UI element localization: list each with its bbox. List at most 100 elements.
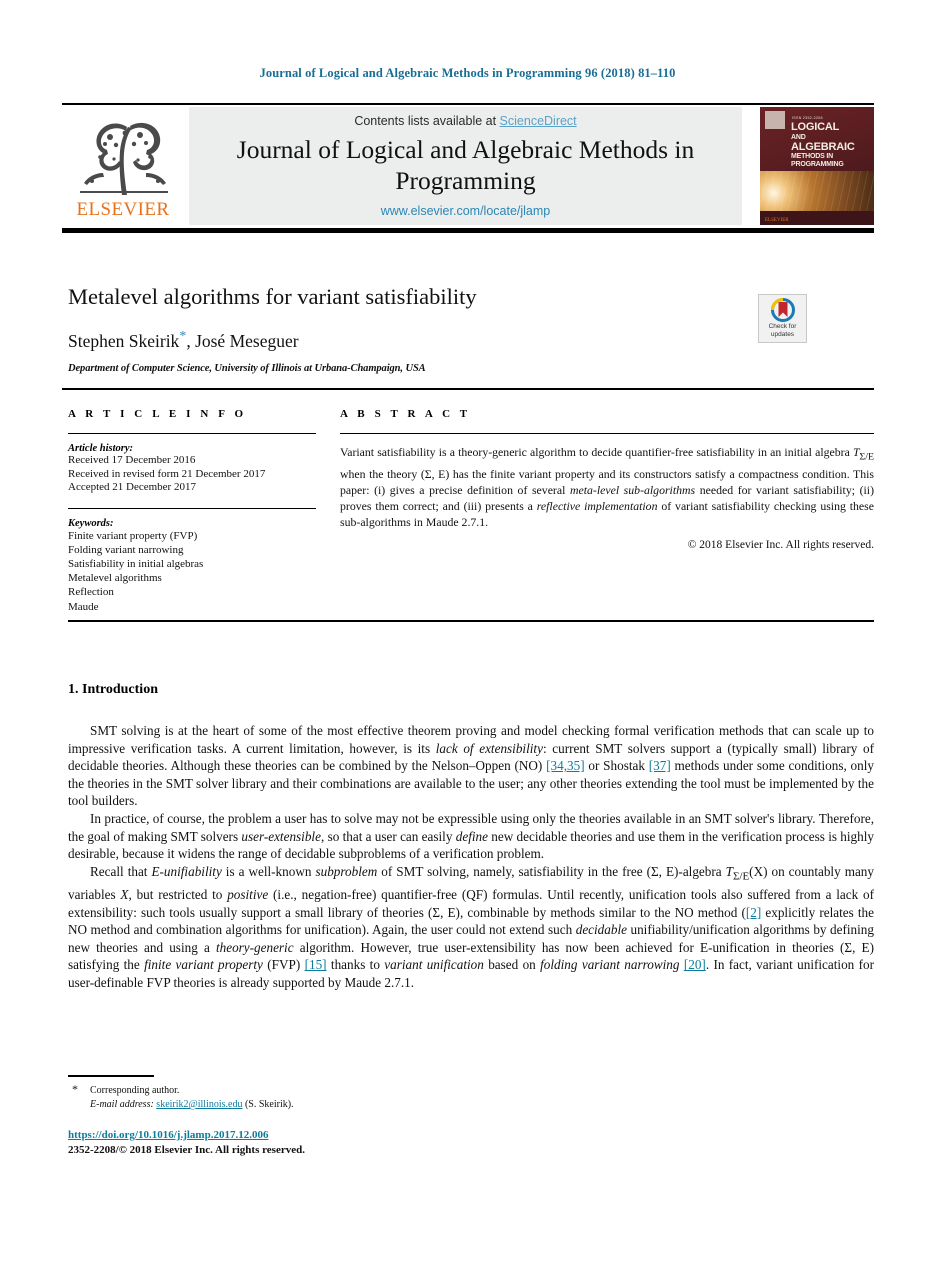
running-head: Journal of Logical and Algebraic Methods… (259, 66, 676, 80)
p3-math-T: T (725, 863, 733, 879)
document-footer: https://doi.org/10.1016/j.jlamp.2017.12.… (68, 1128, 568, 1157)
body-content: 1. Introduction SMT solving is at the he… (68, 682, 874, 992)
email-owner: (S. Skeirik). (244, 1099, 294, 1110)
elsevier-wordmark: ELSEVIER (76, 199, 170, 220)
p3-italic-9: folding variant narrowing (540, 957, 680, 973)
abstract-part-1: Variant satisfiability is a theory-gener… (340, 445, 853, 459)
info-bottom-rule (68, 620, 874, 622)
paragraph-2: In practice, of course, the problem a us… (68, 810, 874, 863)
abstract-italic-2: reflective implementation (536, 498, 658, 513)
journal-banner: Contents lists available at ScienceDirec… (189, 107, 742, 225)
keyword-item: Folding variant narrowing (68, 543, 184, 556)
crossmark-badge[interactable]: Check for updates (758, 294, 807, 343)
masthead-top-rule (62, 103, 874, 105)
citation-link-20[interactable]: [20] (684, 957, 706, 972)
author-secondary: , José Meseguer (186, 330, 299, 351)
p2-text-b: , so that a user can easily (320, 828, 456, 844)
paragraph-1: SMT solving is at the heart of some of t… (68, 722, 874, 810)
keyword-item: Maude (68, 600, 99, 613)
paper-page: Journal of Logical and Algebraic Methods… (0, 0, 935, 1266)
author-primary: Stephen Skeirik (68, 330, 180, 351)
p3-text-c: of SMT solving, namely, satisfiability i… (377, 863, 726, 879)
abstract-italic-1: meta-level sub-algorithms (569, 482, 696, 497)
crossmark-line1: Check for (768, 323, 797, 330)
keyword-item: Satisfiability in initial algebras (68, 557, 204, 570)
cover-elsevier-mark (765, 111, 785, 129)
journal-masthead: ELSEVIER Contents lists available at Sci… (62, 103, 874, 233)
p3-italic-4: positive (227, 886, 269, 902)
section-heading-introduction: 1. Introduction (68, 682, 158, 697)
author-affiliation: Department of Computer Science, Universi… (68, 362, 426, 374)
masthead-bottom-rule (62, 228, 874, 233)
keyword-item: Reflection (68, 586, 114, 599)
p3-math-sub: Σ/E (732, 870, 750, 883)
title-bottom-rule (62, 388, 874, 390)
cover-title-line3: METHODS IN (791, 153, 833, 160)
p3-text-e: , but restricted to (128, 886, 228, 902)
elsevier-logo: ELSEVIER (62, 109, 184, 227)
p1-italic-1: lack of extensibility (435, 740, 543, 756)
page-title: Metalevel algorithms for variant satisfi… (68, 284, 477, 309)
p1-text-c: or Shostak (584, 758, 649, 774)
journal-cover-thumbnail[interactable]: ISSN 2352-2208 LOGICAL AND ALGEBRAIC MET… (760, 107, 874, 225)
p3-italic-6: theory-generic (215, 939, 294, 955)
keywords-top-rule (68, 507, 316, 509)
citation-link-2[interactable]: [2] (746, 905, 761, 920)
citation-link-15[interactable]: [15] (305, 957, 327, 972)
citation-link-34-35[interactable]: [34,35] (546, 758, 584, 773)
contents-available-line: Contents lists available at ScienceDirec… (189, 114, 742, 128)
footnote-block: * Corresponding author. E-mail address: … (68, 1082, 568, 1112)
contents-prefix-text: Contents lists available at (354, 114, 500, 128)
keyword-item: Metalevel algorithms (68, 572, 162, 585)
article-history-accepted: Accepted 21 December 2017 (68, 481, 196, 493)
p3-text-b: is a well-known (221, 863, 316, 879)
elsevier-tree-icon (70, 111, 178, 199)
crossmark-logo-icon (770, 298, 795, 322)
article-history-label: Article history: (68, 443, 134, 454)
article-info-heading: A R T I C L E I N F O (68, 408, 247, 420)
journal-title: Journal of Logical and Algebraic Methods… (236, 135, 695, 195)
p3-italic-5: decidable (575, 922, 627, 938)
abstract-rule (340, 433, 874, 434)
email-label: E-mail address: (90, 1099, 154, 1110)
p3-italic-7: finite variant property (144, 957, 263, 973)
cover-title-text: LOGICAL AND ALGEBRAIC METHODS IN PROGRAM… (791, 121, 869, 169)
corresponding-author-note: Corresponding author. (90, 1085, 180, 1096)
p3-italic-2: subproblem (315, 863, 378, 879)
author-list: Stephen Skeirik*, José Meseguer (68, 329, 874, 352)
email-link[interactable]: skeirik2@illinois.edu (156, 1099, 242, 1110)
article-history-received: Received 17 December 2016 (68, 454, 196, 466)
article-history-revised: Received in revised form 21 December 201… (68, 467, 266, 480)
footnote-star-marker: * (72, 1082, 78, 1096)
email-note: E-mail address: skeirik2@illinois.edu (S… (90, 1098, 568, 1112)
p2-italic-2: define (455, 828, 488, 844)
doi-link[interactable]: https://doi.org/10.1016/j.jlamp.2017.12.… (68, 1129, 268, 1141)
abstract-section: A B S T R A C T Variant satisfiability i… (340, 408, 874, 551)
keyword-item: Finite variant property (FVP) (68, 529, 198, 542)
cover-title-line4: PROGRAMMING (791, 161, 844, 168)
journal-url-link[interactable]: www.elsevier.com/locate/jlamp (189, 204, 742, 218)
p3-italic-8: variant unification (384, 957, 484, 973)
p3-math-arg: (X) (749, 863, 768, 879)
footnote-rule (68, 1075, 154, 1077)
cover-title-line2: ALGEBRAIC (791, 140, 855, 153)
title-block: Metalevel algorithms for variant satisfi… (68, 283, 874, 374)
p3-text-k: thanks to (326, 957, 385, 973)
abstract-text: Variant satisfiability is a theory-gener… (340, 444, 874, 530)
article-info-rule (68, 433, 316, 434)
citation-link-37[interactable]: [37] (649, 758, 671, 773)
sciencedirect-link[interactable]: ScienceDirect (500, 114, 577, 128)
p2-italic-1: user-extensible (241, 828, 321, 844)
crossmark-label: Check for updates (759, 323, 806, 338)
cover-kicker-text: ISSN 2352-2208 (792, 116, 823, 120)
abstract-math-sub: Σ/E (859, 451, 874, 463)
crossmark-line2: updates (770, 330, 795, 338)
p3-text-a: Recall that (90, 863, 152, 879)
p3-italic-1: E-unifiability (151, 863, 222, 879)
cover-photo-image (760, 171, 874, 211)
abstract-copyright: © 2018 Elsevier Inc. All rights reserved… (687, 539, 874, 552)
cover-title-line1: LOGICAL (791, 121, 840, 133)
paragraph-3: Recall that E-unifiability is a well-kno… (68, 863, 874, 992)
p3-text-l: based on (483, 957, 541, 973)
abstract-heading: A B S T R A C T (340, 408, 471, 420)
